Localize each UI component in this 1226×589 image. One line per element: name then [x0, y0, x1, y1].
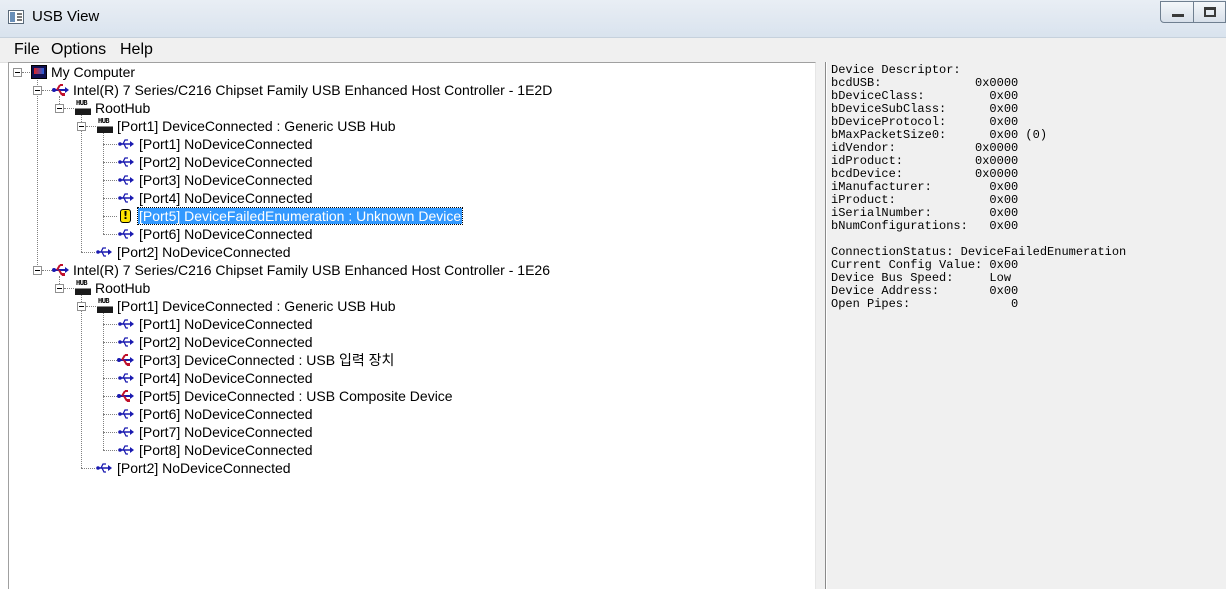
tree-node-port[interactable]: [Port1] DeviceConnected : Generic USB Hu… — [116, 118, 397, 134]
tree-node-port[interactable]: [Port4] NoDeviceConnected — [138, 370, 314, 386]
pane-splitter[interactable] — [816, 62, 826, 589]
tree-line — [64, 288, 74, 289]
collapse-toggle[interactable] — [33, 266, 42, 275]
tree-node-roothub[interactable]: RootHub — [94, 280, 151, 296]
tree-line — [103, 216, 117, 217]
tree-line — [81, 294, 82, 468]
usb-hub-icon: HUB — [75, 99, 91, 115]
tree-node-controller-1e2d[interactable]: Intel(R) 7 Series/C216 Chipset Family US… — [72, 82, 553, 98]
usb-port-icon — [118, 337, 134, 347]
tree-line — [22, 72, 30, 73]
tree-node-port[interactable]: [Port3] DeviceConnected : USB 입력 장치 — [138, 352, 395, 368]
tree-node-port[interactable]: [Port2] NoDeviceConnected — [138, 334, 314, 350]
usb-port-icon — [118, 229, 134, 239]
tree-line — [103, 234, 117, 235]
usb-hub-icon: HUB — [97, 297, 113, 313]
collapse-toggle[interactable] — [33, 86, 42, 95]
tree-node-port[interactable]: [Port6] NoDeviceConnected — [138, 226, 314, 242]
menu-help[interactable]: Help — [120, 41, 153, 59]
tree-line — [86, 306, 96, 307]
tree-node-port[interactable]: [Port1] NoDeviceConnected — [138, 136, 314, 152]
usb-controller-icon — [52, 84, 69, 96]
tree-line — [103, 162, 117, 163]
usb-port-icon — [118, 373, 134, 383]
collapse-toggle[interactable] — [13, 68, 22, 77]
app-icon[interactable] — [8, 10, 24, 24]
tree-node-port[interactable]: [Port2] NoDeviceConnected — [116, 244, 292, 260]
tree-node-port-selected[interactable]: [Port5] DeviceFailedEnumeration : Unknow… — [136, 207, 464, 225]
tree-line — [103, 324, 117, 325]
tree-line — [81, 114, 82, 252]
device-descriptor-text: Device Descriptor: bcdUSB: 0x0000 bDevic… — [831, 63, 1127, 311]
tree-node-port[interactable]: [Port2] NoDeviceConnected — [138, 154, 314, 170]
tree-line — [103, 132, 104, 234]
tree-line — [103, 360, 117, 361]
menu-bar: File Options Help — [0, 38, 1226, 63]
tree-node-port[interactable]: [Port3] NoDeviceConnected — [138, 172, 314, 188]
tree-node-port[interactable]: [Port2] NoDeviceConnected — [116, 460, 292, 476]
usb-hub-icon: HUB — [75, 279, 91, 295]
usb-port-icon — [118, 175, 134, 185]
tree-line — [103, 450, 117, 451]
tree-node-port[interactable]: [Port1] DeviceConnected : Generic USB Hu… — [116, 298, 397, 314]
tree-line — [103, 180, 117, 181]
collapse-toggle[interactable] — [77, 122, 86, 131]
usb-port-icon — [118, 139, 134, 149]
tree-line — [103, 144, 117, 145]
tree-line — [103, 312, 104, 450]
warning-icon — [118, 208, 132, 224]
usb-port-icon — [96, 247, 112, 257]
tree-node-port[interactable]: [Port1] NoDeviceConnected — [138, 316, 314, 332]
tree-line — [103, 378, 117, 379]
tree-node-port[interactable]: [Port7] NoDeviceConnected — [138, 424, 314, 440]
usb-port-icon — [118, 427, 134, 437]
usb-hub-icon: HUB — [97, 117, 113, 133]
tree-line — [37, 77, 38, 271]
tree-node-port[interactable]: [Port6] NoDeviceConnected — [138, 406, 314, 422]
usb-port-icon — [118, 319, 134, 329]
tree-node-controller-1e26[interactable]: Intel(R) 7 Series/C216 Chipset Family US… — [72, 262, 551, 278]
details-pane[interactable]: Device Descriptor: bcdUSB: 0x0000 bDevic… — [826, 62, 1226, 589]
tree-node-roothub[interactable]: RootHub — [94, 100, 151, 116]
menu-options[interactable]: Options — [51, 41, 106, 59]
tree-line — [42, 90, 52, 91]
tree-node-my-computer[interactable]: My Computer — [50, 64, 136, 80]
tree-line — [64, 108, 74, 109]
usb-port-icon — [96, 463, 112, 473]
usb-port-icon — [118, 445, 134, 455]
tree-line — [103, 342, 117, 343]
usb-port-icon — [118, 409, 134, 419]
tree-node-port[interactable]: [Port4] NoDeviceConnected — [138, 190, 314, 206]
computer-icon — [31, 65, 47, 79]
usb-port-icon — [118, 193, 134, 203]
minimize-button[interactable] — [1160, 1, 1194, 23]
usb-device-icon — [117, 354, 134, 366]
maximize-icon — [1204, 7, 1216, 17]
tree-line — [86, 126, 96, 127]
usb-controller-icon — [52, 264, 69, 276]
tree-node-port[interactable]: [Port5] DeviceConnected : USB Composite … — [138, 388, 454, 404]
menu-file[interactable]: File — [14, 41, 40, 59]
maximize-button[interactable] — [1194, 1, 1226, 23]
tree-line — [103, 198, 117, 199]
window-title: USB View — [32, 8, 100, 25]
tree-line — [103, 414, 117, 415]
tree-line — [42, 270, 52, 271]
collapse-toggle[interactable] — [77, 302, 86, 311]
tree-line — [81, 252, 95, 253]
tree-line — [81, 468, 95, 469]
tree-line — [103, 432, 117, 433]
minimize-icon — [1172, 14, 1184, 17]
collapse-toggle[interactable] — [55, 104, 64, 113]
collapse-toggle[interactable] — [55, 284, 64, 293]
title-bar[interactable]: USB View — [0, 0, 1226, 38]
usb-port-icon — [118, 157, 134, 167]
tree-node-port[interactable]: [Port8] NoDeviceConnected — [138, 442, 314, 458]
tree-line — [103, 396, 117, 397]
usb-device-icon — [117, 390, 134, 402]
